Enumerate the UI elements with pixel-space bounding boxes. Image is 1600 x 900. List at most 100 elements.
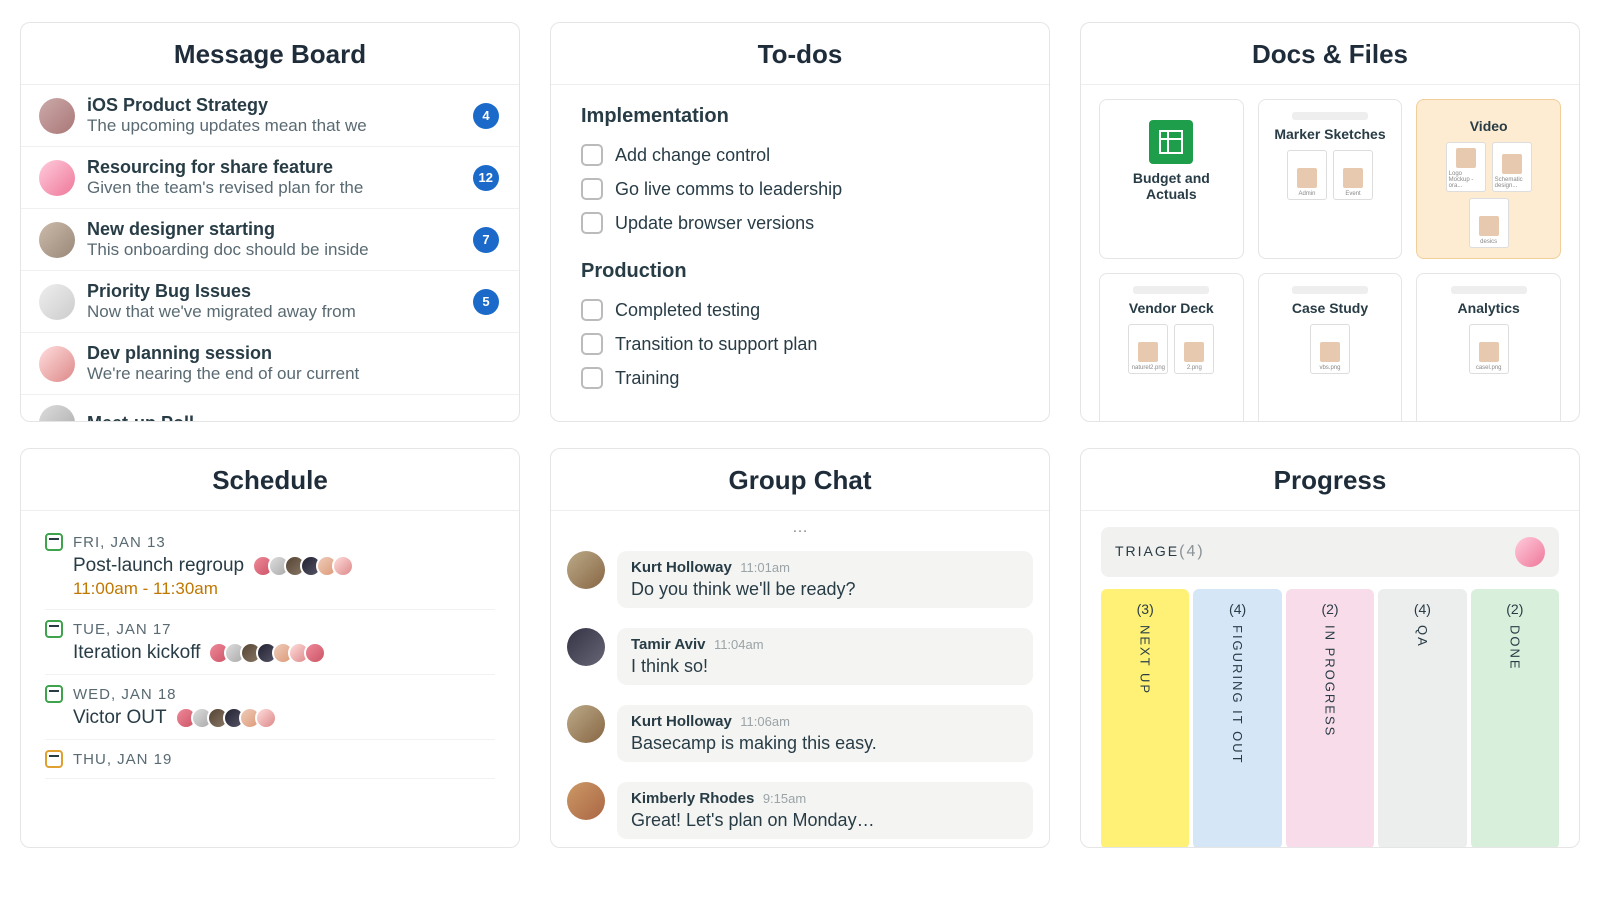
unread-badge: 5 xyxy=(473,289,499,315)
todo-item[interactable]: Add change control xyxy=(581,138,1019,172)
todo-group-title: Production xyxy=(581,260,1019,283)
progress-column[interactable]: (4) QA xyxy=(1378,589,1466,848)
schedule-event[interactable]: WED, JAN 18 Victor OUT xyxy=(45,675,495,740)
progress-body: TRIAGE(4) (3) NEXT UP(4) FIGURING IT OUT… xyxy=(1081,511,1579,848)
schedule-event-title: Post-launch regroup xyxy=(45,555,495,577)
chat-ellipsis-icon: … xyxy=(567,519,1033,541)
message-body: Priority Bug Issues Now that we've migra… xyxy=(87,281,461,322)
chat-message[interactable]: Tamir Aviv 11:04am I think so! xyxy=(567,618,1033,695)
todo-item[interactable]: Training xyxy=(581,361,1019,395)
doc-tile[interactable]: Analytics casel.png xyxy=(1416,273,1561,422)
progress-column[interactable]: (2) IN PROGRESS xyxy=(1286,589,1374,848)
column-count: (2) xyxy=(1321,601,1338,617)
avatar xyxy=(255,707,277,729)
progress-column[interactable]: (4) FIGURING IT OUT xyxy=(1193,589,1281,848)
schedule-time: 11:00am - 11:30am xyxy=(45,579,495,599)
doc-thumbs: casel.png xyxy=(1469,324,1509,374)
todo-label: Add change control xyxy=(615,145,770,166)
todo-label: Training xyxy=(615,368,679,389)
column-label: IN PROGRESS xyxy=(1323,625,1338,737)
todo-item[interactable]: Update browser versions xyxy=(581,206,1019,240)
avatar xyxy=(332,555,354,577)
doc-name: Video xyxy=(1470,118,1508,134)
docs-body: Budget and Actuals Marker Sketches Admin… xyxy=(1081,85,1579,422)
doc-thumb: desics xyxy=(1469,198,1509,248)
schedule-date-row: THU, JAN 19 xyxy=(45,750,495,768)
folder-tab-icon xyxy=(1133,286,1209,294)
todo-item[interactable]: Transition to support plan xyxy=(581,327,1019,361)
message-preview: The upcoming updates mean that we xyxy=(87,116,461,136)
triage-label: TRIAGE xyxy=(1115,543,1179,559)
todo-group-title: Implementation xyxy=(581,105,1019,128)
doc-thumb: Event xyxy=(1333,150,1373,200)
checkbox[interactable] xyxy=(581,367,603,389)
unread-badge: 7 xyxy=(473,227,499,253)
todos-card[interactable]: To-dos Implementation Add change control… xyxy=(550,22,1050,422)
doc-tile[interactable]: Case Study vbs.png xyxy=(1258,273,1403,422)
progress-column[interactable]: (3) NEXT UP xyxy=(1101,589,1189,848)
unread-badge: 4 xyxy=(473,103,499,129)
chat-title: Group Chat xyxy=(551,449,1049,511)
message-item[interactable]: Resourcing for share feature Given the t… xyxy=(21,147,519,209)
attendee-avatars xyxy=(208,642,326,664)
calendar-icon xyxy=(45,685,63,703)
schedule-date: FRI, JAN 13 xyxy=(73,534,166,551)
schedule-event[interactable]: FRI, JAN 13 Post-launch regroup 11:00am … xyxy=(45,523,495,610)
progress-column[interactable]: (2) DONE xyxy=(1471,589,1559,848)
doc-name: Vendor Deck xyxy=(1129,300,1214,316)
docs-card[interactable]: Docs & Files Budget and Actuals Marker S… xyxy=(1080,22,1580,422)
column-label: DONE xyxy=(1507,625,1522,671)
message-item[interactable]: Dev planning session We're nearing the e… xyxy=(21,333,519,395)
message-item[interactable]: Priority Bug Issues Now that we've migra… xyxy=(21,271,519,333)
avatar xyxy=(39,160,75,196)
chat-bubble: Tamir Aviv 11:04am I think so! xyxy=(617,628,1033,685)
doc-name: Marker Sketches xyxy=(1274,126,1385,142)
checkbox[interactable] xyxy=(581,212,603,234)
checkbox[interactable] xyxy=(581,144,603,166)
calendar-icon xyxy=(45,750,63,768)
chat-message[interactable]: Kurt Holloway 11:06am Basecamp is making… xyxy=(567,695,1033,772)
schedule-card[interactable]: Schedule FRI, JAN 13 Post-launch regroup… xyxy=(20,448,520,848)
chat-message[interactable]: Kurt Holloway 11:01am Do you think we'll… xyxy=(567,541,1033,618)
triage-count: (4) xyxy=(1179,543,1205,560)
doc-thumbs: naturel2.png2.png xyxy=(1128,324,1214,374)
avatar xyxy=(304,642,326,664)
chat-author: Kimberly Rhodes xyxy=(631,790,754,807)
schedule-event[interactable]: THU, JAN 19 xyxy=(45,740,495,779)
avatar xyxy=(567,705,605,743)
chat-author: Kurt Holloway xyxy=(631,559,732,576)
progress-title: Progress xyxy=(1081,449,1579,511)
todo-item[interactable]: Completed testing xyxy=(581,293,1019,327)
chat-message[interactable]: Kimberly Rhodes 9:15am Great! Let's plan… xyxy=(567,772,1033,848)
message-item[interactable]: New designer starting This onboarding do… xyxy=(21,209,519,271)
schedule-event[interactable]: TUE, JAN 17 Iteration kickoff xyxy=(45,610,495,675)
column-count: (4) xyxy=(1414,601,1431,617)
avatar xyxy=(567,782,605,820)
checkbox[interactable] xyxy=(581,178,603,200)
doc-tile[interactable]: Video Logo Mockup - ora...Schematic desi… xyxy=(1416,99,1561,259)
message-board-card[interactable]: Message Board iOS Product Strategy The u… xyxy=(20,22,520,422)
checkbox[interactable] xyxy=(581,333,603,355)
todo-item[interactable]: Go live comms to leadership xyxy=(581,172,1019,206)
doc-tile[interactable]: Vendor Deck naturel2.png2.png xyxy=(1099,273,1244,422)
chat-time: 11:06am xyxy=(740,714,790,729)
message-preview: This onboarding doc should be inside xyxy=(87,240,461,260)
column-count: (2) xyxy=(1506,601,1523,617)
doc-tile[interactable]: Budget and Actuals xyxy=(1099,99,1244,259)
message-list: iOS Product Strategy The upcoming update… xyxy=(21,85,519,422)
folder-tab-icon xyxy=(1451,286,1527,294)
doc-tile[interactable]: Marker Sketches AdminEvent xyxy=(1258,99,1403,259)
message-preview: Given the team's revised plan for the xyxy=(87,178,461,198)
avatar xyxy=(39,284,75,320)
progress-card[interactable]: Progress TRIAGE(4) (3) NEXT UP(4) FIGURI… xyxy=(1080,448,1580,848)
triage-row[interactable]: TRIAGE(4) xyxy=(1101,527,1559,577)
doc-thumb: casel.png xyxy=(1469,324,1509,374)
message-item[interactable]: iOS Product Strategy The upcoming update… xyxy=(21,85,519,147)
schedule-date: WED, JAN 18 xyxy=(73,686,177,703)
todo-group: Implementation Add change control Go liv… xyxy=(581,105,1019,240)
checkbox[interactable] xyxy=(581,299,603,321)
chat-card[interactable]: Group Chat … Kurt Holloway 11:01am Do yo… xyxy=(550,448,1050,848)
avatar xyxy=(567,551,605,589)
chat-body: … Kurt Holloway 11:01am Do you think we'… xyxy=(551,511,1049,848)
message-item[interactable]: Meet-up Poll xyxy=(21,395,519,422)
